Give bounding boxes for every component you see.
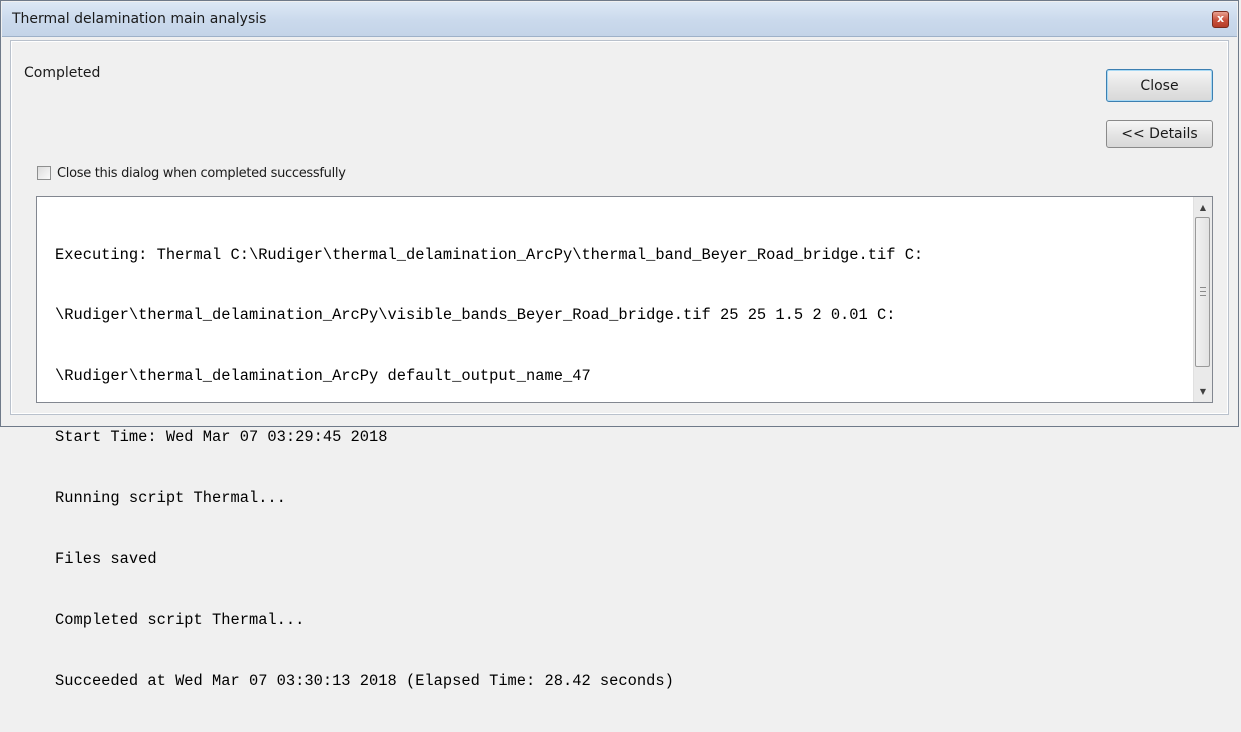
window-close-icon[interactable]: x (1212, 11, 1229, 28)
log-line: Succeeded at Wed Mar 07 03:30:13 2018 (E… (55, 671, 674, 690)
close-on-complete-label[interactable]: Close this dialog when completed success… (57, 166, 346, 181)
window-title: Thermal delamination main analysis (12, 11, 267, 27)
log-line: \Rudiger\thermal_delamination_ArcPy\visi… (55, 306, 896, 325)
scroll-up-arrow-icon[interactable]: ▲ (1194, 199, 1212, 216)
log-line: Completed script Thermal... (55, 610, 305, 629)
scrollbar-thumb[interactable] (1195, 217, 1210, 367)
details-toggle-button[interactable]: << Details (1106, 120, 1213, 148)
log-line: Running script Thermal... (55, 489, 286, 508)
close-on-complete-checkbox[interactable] (37, 166, 51, 180)
close-button[interactable]: Close (1106, 69, 1213, 102)
close-on-complete-option[interactable]: Close this dialog when completed success… (37, 164, 346, 182)
status-text: Completed (24, 65, 101, 81)
message-log[interactable]: Executing: Thermal C:\Rudiger\thermal_de… (36, 196, 1213, 690)
log-line: Start Time: Wed Mar 07 03:29:45 2018 (55, 428, 388, 447)
log-vertical-scrollbar[interactable]: ▲ ▼ (1193, 197, 1212, 402)
log-text: Executing: Thermal C:\Rudiger\thermal_de… (55, 204, 1179, 732)
log-line: Files saved (55, 550, 157, 569)
scroll-down-arrow-icon[interactable]: ▼ (1194, 383, 1212, 400)
scrollbar-grip-icon (1200, 287, 1206, 296)
log-line: \Rudiger\thermal_delamination_ArcPy defa… (55, 367, 591, 386)
title-bar[interactable]: Thermal delamination main analysis x (2, 2, 1237, 37)
log-line: Executing: Thermal C:\Rudiger\thermal_de… (55, 245, 924, 264)
